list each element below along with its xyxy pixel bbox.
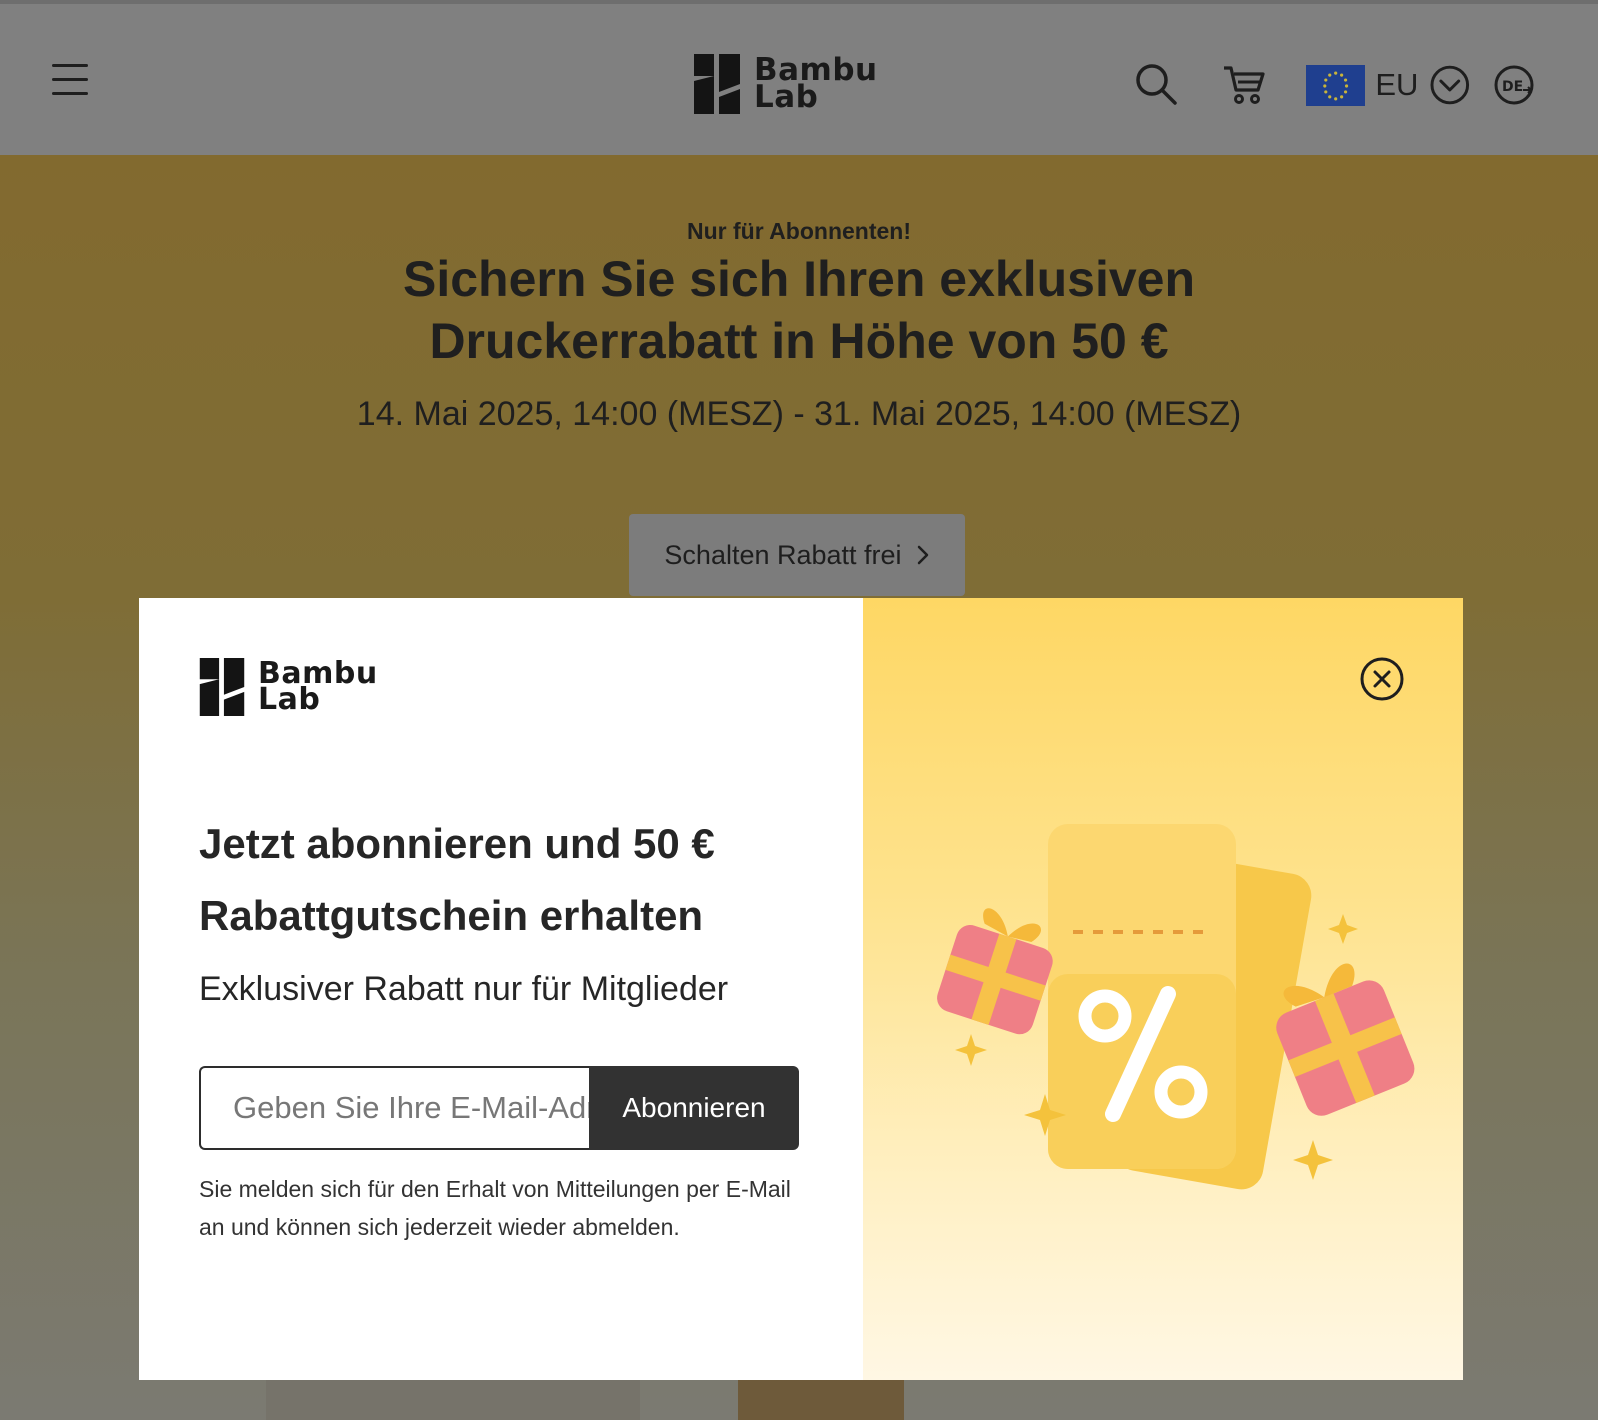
cart-icon[interactable] xyxy=(1222,64,1266,106)
hero-kicker: Nur für Abonnenten! xyxy=(686,218,911,244)
bambu-logo-mark-icon xyxy=(199,658,245,716)
search-icon[interactable] xyxy=(1134,62,1178,106)
close-icon[interactable] xyxy=(1359,656,1405,702)
subscribe-button[interactable]: Abonnieren xyxy=(589,1066,799,1150)
modal-headline-line-2: Rabattgutschein erhalten xyxy=(199,892,704,939)
modal-subheadline: Exklusiver Rabatt nur für Mitglieder xyxy=(199,970,729,1008)
chevron-right-icon xyxy=(917,545,928,565)
modal-form-panel: Bambu Lab Jetzt abonnieren und 50 € Raba… xyxy=(139,598,863,1380)
chevron-down-icon xyxy=(1430,65,1470,105)
hero-title: Sichern Sie sich Ihren exklusiven Drucke… xyxy=(0,248,1598,372)
menu-icon[interactable] xyxy=(52,64,88,98)
unlock-discount-label: Schalten Rabatt frei xyxy=(664,539,902,570)
language-switch-icon[interactable]: DE xyxy=(1493,64,1535,106)
coupon-gift-illustration-icon xyxy=(937,824,1415,1190)
bambu-logo-mark-icon xyxy=(694,54,740,114)
subscribe-form: Abonnieren xyxy=(199,1066,799,1150)
header-logo[interactable]: Bambu Lab xyxy=(694,54,878,114)
hero-title-line-1: Sichern Sie sich Ihren exklusiven xyxy=(402,251,1196,307)
logo-wordmark: Bambu Lab xyxy=(258,658,378,717)
unlock-discount-button[interactable]: Schalten Rabatt frei xyxy=(629,514,965,596)
modal-headline-line-1: Jetzt abonnieren und 50 € xyxy=(199,820,715,867)
svg-text:DE: DE xyxy=(1502,79,1523,95)
modal-logo: Bambu Lab xyxy=(199,658,378,716)
email-input[interactable] xyxy=(199,1066,589,1150)
hero-title-line-2: Druckerrabatt in Höhe von 50 € xyxy=(429,313,1169,369)
eu-flag-icon xyxy=(1306,64,1366,106)
background-card xyxy=(738,1380,904,1420)
subscribe-disclaimer: Sie melden sich für den Erhalt von Mitte… xyxy=(199,1176,791,1240)
modal-headline: Jetzt abonnieren und 50 € Rabattgutschei… xyxy=(199,808,819,952)
logo-wordmark: Bambu Lab xyxy=(754,54,878,115)
logo-line-2: Lab xyxy=(258,682,321,717)
region-label: EU xyxy=(1375,67,1419,102)
background-card xyxy=(266,1380,640,1420)
region-selector[interactable]: EU xyxy=(1306,64,1470,106)
hero-dates: 14. Mai 2025, 14:00 (MESZ) - 31. Mai 202… xyxy=(356,395,1242,433)
logo-line-2: Lab xyxy=(754,79,819,115)
site-header: Bambu Lab EU DE xyxy=(0,0,1598,155)
modal-promo-panel xyxy=(863,598,1463,1380)
subscribe-modal: Bambu Lab Jetzt abonnieren und 50 € Raba… xyxy=(139,598,1463,1380)
